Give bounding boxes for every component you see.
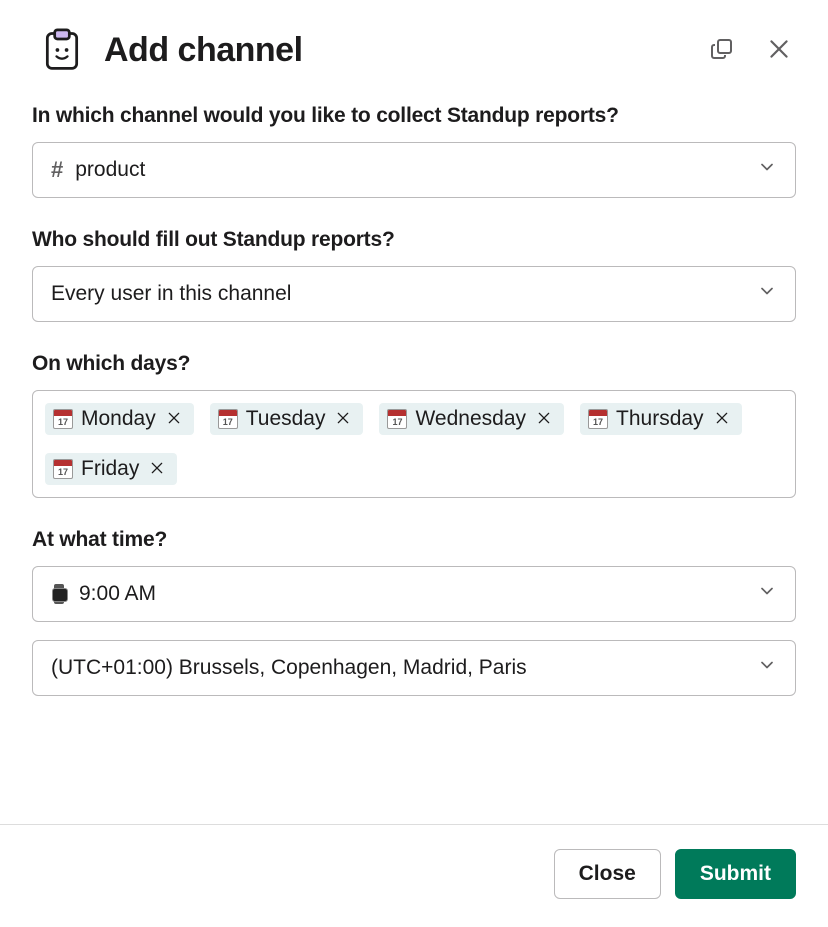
remove-friday-button[interactable] [147, 458, 167, 481]
days-field: On which days? 17 Monday 17 Tuesday [32, 352, 796, 498]
who-select-value: Every user in this channel [51, 282, 745, 306]
open-new-window-icon [710, 37, 734, 64]
day-chip-label: Wednesday [415, 407, 526, 431]
modal-header: Add channel [0, 0, 828, 80]
modal-body: In which channel would you like to colle… [0, 80, 828, 824]
day-chip-label: Thursday [616, 407, 704, 431]
remove-icon [714, 410, 730, 429]
remove-wednesday-button[interactable] [534, 408, 554, 431]
remove-icon [166, 410, 182, 429]
close-icon [766, 36, 792, 65]
who-field: Who should fill out Standup reports? Eve… [32, 228, 796, 322]
day-chip-label: Monday [81, 407, 156, 431]
channel-field: In which channel would you like to colle… [32, 104, 796, 198]
remove-icon [335, 410, 351, 429]
calendar-icon: 17 [387, 409, 407, 429]
app-clipboard-icon [40, 28, 84, 72]
day-chip-label: Tuesday [246, 407, 326, 431]
chevron-down-icon [757, 655, 777, 681]
modal-footer: Close Submit [0, 824, 828, 927]
day-chip-monday: 17 Monday [45, 403, 194, 435]
calendar-icon: 17 [53, 459, 73, 479]
remove-icon [536, 410, 552, 429]
timezone-select-value: (UTC+01:00) Brussels, Copenhagen, Madrid… [51, 656, 745, 680]
close-modal-button[interactable] [762, 32, 796, 69]
who-select[interactable]: Every user in this channel [32, 266, 796, 322]
day-chip-friday: 17 Friday [45, 453, 177, 485]
chevron-down-icon [757, 281, 777, 307]
day-chip-wednesday: 17 Wednesday [379, 403, 564, 435]
channel-select[interactable]: # product [32, 142, 796, 198]
remove-icon [149, 460, 165, 479]
modal-title: Add channel [104, 31, 686, 70]
open-new-window-button[interactable] [706, 33, 738, 68]
timezone-field: (UTC+01:00) Brussels, Copenhagen, Madrid… [32, 640, 796, 696]
hash-icon: # [51, 157, 63, 183]
time-field: At what time? 9:00 AM [32, 528, 796, 622]
chevron-down-icon [757, 581, 777, 607]
days-field-label: On which days? [32, 352, 796, 376]
channel-select-value: product [75, 158, 745, 182]
channel-field-label: In which channel would you like to colle… [32, 104, 796, 128]
remove-monday-button[interactable] [164, 408, 184, 431]
time-select-value: 9:00 AM [79, 582, 745, 606]
header-actions [706, 32, 796, 69]
day-chip-label: Friday [81, 457, 139, 481]
calendar-icon: 17 [218, 409, 238, 429]
day-chip-tuesday: 17 Tuesday [210, 403, 364, 435]
calendar-icon: 17 [588, 409, 608, 429]
who-field-label: Who should fill out Standup reports? [32, 228, 796, 252]
add-channel-modal: Add channel [0, 0, 828, 927]
watch-icon [51, 584, 67, 604]
time-field-label: At what time? [32, 528, 796, 552]
timezone-select[interactable]: (UTC+01:00) Brussels, Copenhagen, Madrid… [32, 640, 796, 696]
days-multiselect[interactable]: 17 Monday 17 Tuesday 17 Wednesday [32, 390, 796, 498]
day-chip-thursday: 17 Thursday [580, 403, 742, 435]
chevron-down-icon [757, 157, 777, 183]
time-select[interactable]: 9:00 AM [32, 566, 796, 622]
calendar-icon: 17 [53, 409, 73, 429]
close-button[interactable]: Close [554, 849, 661, 899]
remove-thursday-button[interactable] [712, 408, 732, 431]
submit-button[interactable]: Submit [675, 849, 796, 899]
remove-tuesday-button[interactable] [333, 408, 353, 431]
